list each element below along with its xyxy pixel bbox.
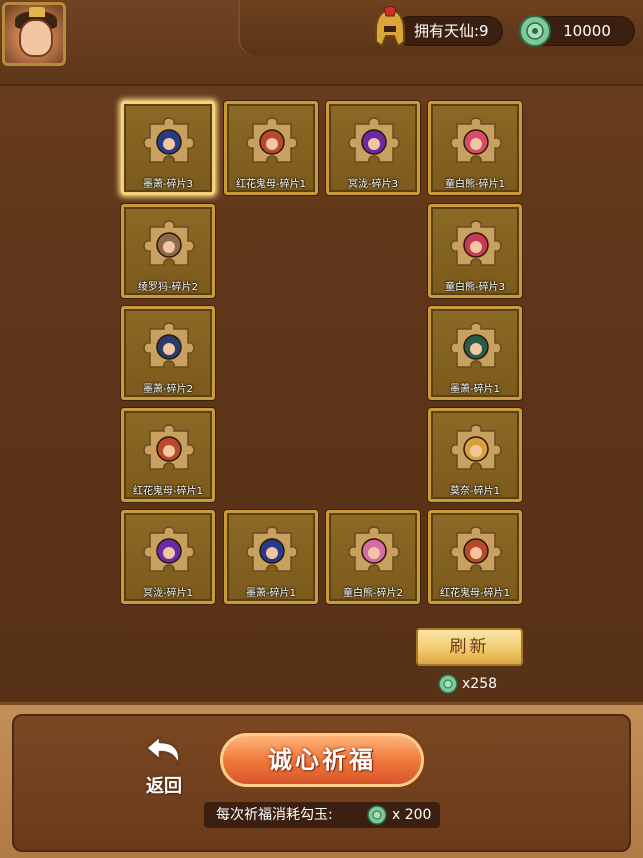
fragment-label: 冥泷-碎片3 (348, 179, 398, 190)
refresh-button-label: 刷新 (449, 637, 490, 657)
fragment-label: 墨萧-碎片1 (450, 384, 500, 395)
fragment-label: 墨萧-碎片3 (143, 179, 193, 190)
back-button-label: 返回 (146, 776, 182, 797)
fragment-cell[interactable]: 冥泷-碎片1 (121, 510, 215, 604)
pray-cost-value: x 200 (392, 807, 432, 823)
immortal-count-label: 拥有天仙:9 (414, 22, 489, 40)
fragment-cell[interactable]: 童白熊-碎片1 (428, 101, 522, 195)
fragment-label: 红花鬼母-碎片1 (440, 588, 510, 599)
puzzle-piece-icon (348, 117, 400, 163)
fragment-label: 童白熊-碎片3 (445, 282, 505, 293)
fragment-label: 红花鬼母-碎片1 (236, 179, 306, 190)
fragment-cell[interactable]: 墨萧-碎片2 (121, 306, 215, 400)
fragment-label: 红花鬼母-碎片1 (133, 486, 203, 497)
helmet-icon (375, 6, 405, 48)
fragment-cell[interactable]: 绫罗犸-碎片2 (121, 204, 215, 298)
fragment-label: 莫奈-碎片1 (450, 486, 500, 497)
fragment-label: 墨萧-碎片1 (246, 588, 296, 599)
fragment-cell[interactable]: 墨萧-碎片1 (428, 306, 522, 400)
puzzle-piece-icon (450, 322, 502, 368)
fragment-label: 童白熊-碎片2 (343, 588, 403, 599)
fragment-cell[interactable]: 墨萧-碎片1 (224, 510, 318, 604)
puzzle-piece-icon (143, 117, 195, 163)
fragment-cell[interactable]: 冥泷-碎片3 (326, 101, 420, 195)
pray-button-label: 诚心祈福 (268, 746, 376, 774)
fragment-label: 冥泷-碎片1 (143, 588, 193, 599)
puzzle-piece-icon (450, 526, 502, 572)
puzzle-piece-icon (143, 322, 195, 368)
puzzle-piece-icon (143, 424, 195, 470)
refresh-cost: x258 (438, 673, 518, 695)
fragment-cell[interactable]: 童白熊-碎片2 (326, 510, 420, 604)
fragment-cell[interactable]: 墨萧-碎片3 (121, 101, 215, 195)
fragment-label: 童白熊-碎片1 (445, 179, 505, 190)
puzzle-piece-icon (246, 526, 298, 572)
player-avatar[interactable] (2, 2, 66, 66)
pray-cost-bar: 每次祈福消耗勾玉: x 200 (204, 802, 440, 828)
fragment-cell[interactable]: 红花鬼母-碎片1 (224, 101, 318, 195)
jade-coin-icon (367, 805, 387, 825)
fragment-cell[interactable]: 红花鬼母-碎片1 (428, 510, 522, 604)
pray-cost-text: 每次祈福消耗勾玉: (216, 807, 333, 823)
puzzle-piece-icon (348, 526, 400, 572)
refresh-button[interactable]: 刷新 (416, 628, 523, 666)
fragment-label: 绫罗犸-碎片2 (138, 282, 198, 293)
puzzle-piece-icon (450, 117, 502, 163)
puzzle-piece-icon (143, 220, 195, 266)
jade-coin-icon (519, 15, 551, 47)
fragment-label: 墨萧-碎片2 (143, 384, 193, 395)
puzzle-piece-icon (143, 526, 195, 572)
fragment-cell[interactable]: 童白熊-碎片3 (428, 204, 522, 298)
fragment-cell[interactable]: 红花鬼母-碎片1 (121, 408, 215, 502)
pray-button[interactable]: 诚心祈福 (220, 733, 424, 787)
puzzle-piece-icon (246, 117, 298, 163)
jade-balance-value: 10000 (563, 22, 611, 40)
back-arrow-icon (144, 734, 181, 768)
puzzle-piece-icon (450, 220, 502, 266)
fragment-cell[interactable]: 莫奈-碎片1 (428, 408, 522, 502)
back-button[interactable]: 返回 (136, 732, 192, 802)
immortal-count-pill: 拥有天仙:9 (395, 16, 503, 46)
avatar-crown (29, 7, 45, 17)
avatar-face (19, 19, 53, 57)
refresh-cost-value: x258 (462, 676, 498, 692)
jade-coin-icon (438, 674, 458, 694)
puzzle-piece-icon (450, 424, 502, 470)
